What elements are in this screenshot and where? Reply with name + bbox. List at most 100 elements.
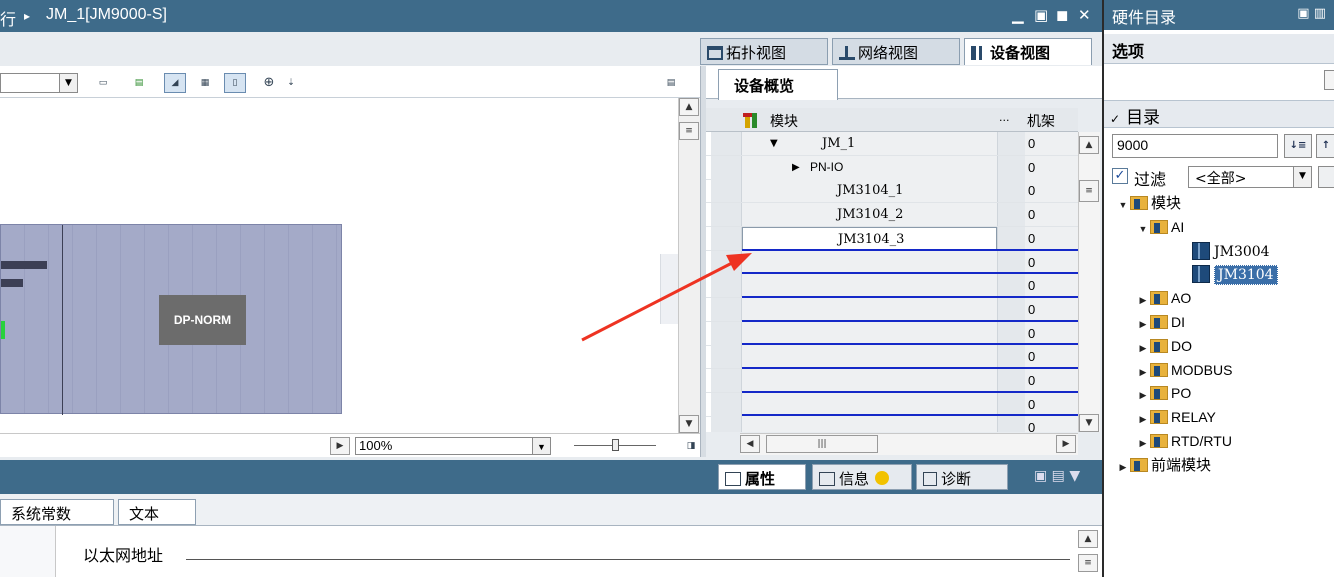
row-module-name[interactable]: ▶ PN-IO [742, 155, 997, 179]
maximize-icon[interactable]: ◼ [1056, 6, 1068, 24]
scroll-thumb[interactable]: ≡ [1079, 180, 1099, 202]
slot-view-icon[interactable]: ▭ [92, 73, 114, 93]
row-module-name[interactable]: ▼ JM_1 [742, 132, 997, 155]
scroll-left-icon[interactable]: ◀ [740, 435, 760, 453]
row-module-name[interactable] [742, 250, 997, 274]
catalog-module-item[interactable]: JM3104 [1156, 263, 1278, 286]
catalog-section[interactable]: ✓ 目录 [1104, 100, 1334, 128]
expand-right-icon[interactable]: ▶ [1136, 432, 1150, 454]
table-row[interactable]: 0 [706, 295, 1078, 322]
fit-view-icon[interactable]: ◨ [680, 436, 702, 456]
scroll-thumb[interactable]: ≡ [1078, 554, 1098, 572]
tab-properties[interactable]: 属性 [718, 464, 806, 490]
expand-right-icon[interactable]: ▶ [1136, 313, 1150, 335]
show-names-icon[interactable]: ▤ [128, 73, 150, 93]
properties-nav[interactable] [0, 526, 56, 577]
scroll-up-icon[interactable]: ▲ [1079, 136, 1099, 154]
panel-toggle-icon[interactable] [1324, 70, 1334, 90]
row-rack-value[interactable]: 0 [1025, 274, 1078, 298]
search-down-icon[interactable]: ↓≡ [1284, 134, 1312, 158]
options-section[interactable]: 选项 [1104, 34, 1334, 64]
overview-horizontal-scrollbar[interactable]: ◀ ||| ▶ [740, 433, 1078, 455]
row-module-name[interactable] [742, 297, 997, 321]
table-row[interactable]: 0 [706, 319, 1078, 346]
scroll-up-icon[interactable]: ▲ [1078, 530, 1098, 548]
catalog-folder-item[interactable]: ▶ DI [1136, 311, 1185, 333]
catalog-folder-item[interactable]: ▶ 前端模块 [1116, 454, 1211, 476]
row-rack-value[interactable]: 0 [1025, 416, 1078, 432]
table-row[interactable]: 0 [706, 367, 1078, 393]
row-module-name[interactable] [742, 321, 997, 345]
column-module[interactable]: 模块 [770, 111, 798, 131]
row-module-name[interactable] [742, 392, 997, 416]
table-row[interactable]: ▶ PN-IO 0 [706, 155, 1078, 180]
tab-diagnostics[interactable]: 诊断 [916, 464, 1008, 490]
expand-down-icon[interactable]: ▼ [1116, 194, 1130, 216]
catalog-folder-item[interactable]: ▶ PO [1136, 382, 1192, 404]
row-rack-value[interactable]: 0 [1025, 345, 1078, 369]
row-rack-value[interactable]: 0 [1025, 297, 1078, 321]
catalog-folder-item[interactable]: ▼ AI [1136, 216, 1185, 240]
filter-checkbox[interactable]: ✓ [1112, 168, 1128, 184]
expand-right-icon[interactable]: ▶ [1136, 337, 1150, 359]
row-module-name[interactable]: JM3104_2 [742, 203, 997, 227]
table-row[interactable]: 0 [706, 343, 1078, 370]
row-rack-value[interactable]: 0 [1025, 155, 1078, 179]
catalog-folder-item[interactable]: ▶ AO [1136, 287, 1192, 311]
filter-select[interactable]: <全部> ▼ [1188, 166, 1312, 188]
download-icon[interactable]: ⇣ [280, 73, 302, 93]
expand-right-icon[interactable]: ▶ [1116, 456, 1130, 478]
expand-right-icon[interactable]: ▶ [1136, 289, 1150, 311]
table-row[interactable]: JM3104_2 0 [706, 203, 1078, 228]
overview-vertical-scrollbar[interactable]: ▲ ≡ ▼ [1078, 132, 1100, 432]
device-select-dropdown[interactable]: ▼ [0, 73, 78, 93]
breadcrumb-device[interactable]: JM_1[JM9000-S] [46, 6, 167, 24]
tab-texts[interactable]: 文本 [118, 499, 196, 525]
catalog-module-item[interactable]: JM3004 [1156, 240, 1270, 262]
tab-topology-view[interactable]: 拓扑视图 [700, 38, 828, 65]
row-rack-value[interactable]: 0 [1025, 179, 1078, 203]
row-rack-value[interactable]: 0 [1025, 226, 1078, 250]
catalog-folder-item[interactable]: ▶ RELAY [1136, 406, 1216, 428]
float-icon[interactable]: ▣ ▥ [1297, 6, 1326, 21]
row-rack-value[interactable]: 0 [1025, 392, 1078, 416]
expand-right-icon[interactable]: ▶ [792, 156, 800, 179]
search-up-icon[interactable]: ↑ [1316, 134, 1334, 158]
grid-icon[interactable]: ▦ [194, 73, 216, 93]
scroll-menu-icon[interactable]: ≡ [679, 122, 699, 140]
table-row[interactable]: 0 [706, 272, 1078, 299]
column-rack[interactable]: 机架 [1027, 111, 1055, 131]
row-rack-value[interactable]: 0 [1025, 203, 1078, 227]
catalog-folder-item[interactable]: ▼ 模块 [1116, 192, 1181, 214]
device-canvas[interactable]: DP-NORM [0, 98, 678, 433]
scroll-right-icon[interactable]: ▶ [330, 437, 350, 455]
float-icon[interactable]: ▣ ▤ ▼ [1034, 468, 1080, 484]
column-more[interactable]: ... [999, 111, 1010, 124]
tab-system-constants[interactable]: 系统常数 [0, 499, 114, 525]
link-module-icon[interactable]: ◢ [164, 73, 186, 93]
row-rack-value[interactable]: 0 [1025, 132, 1078, 155]
zoom-slider-thumb[interactable] [612, 439, 619, 451]
close-icon[interactable]: ✕ [1078, 6, 1091, 24]
expand-right-icon[interactable]: ▶ [1136, 361, 1150, 383]
float-icon[interactable]: ▣ [1034, 6, 1048, 24]
table-row[interactable]: 0 [706, 248, 1078, 275]
tab-device-overview[interactable]: 设备概览 [718, 69, 838, 100]
page-icon[interactable]: ▯ [224, 73, 246, 93]
row-rack-value[interactable]: 0 [1025, 250, 1078, 274]
expand-right-icon[interactable]: ▶ [1136, 408, 1150, 430]
row-module-name[interactable]: JM3104_1 [742, 179, 997, 203]
scroll-right-icon[interactable]: ▶ [1056, 435, 1076, 453]
catalog-search-input[interactable]: 9000 [1112, 134, 1278, 158]
scroll-thumb[interactable]: ||| [766, 435, 878, 453]
expand-down-icon[interactable]: ▼ [770, 132, 778, 155]
table-row[interactable]: 0 [706, 414, 1078, 432]
zoom-in-icon[interactable]: ⊕ [258, 73, 280, 93]
expand-down-icon[interactable]: ▼ [1136, 218, 1150, 240]
scroll-up-icon[interactable]: ▲ [679, 98, 699, 116]
breadcrumb-project[interactable]: 行 [0, 6, 16, 30]
row-module-name[interactable] [742, 416, 997, 432]
dp-norm-module[interactable]: DP-NORM [159, 295, 246, 345]
tab-info[interactable]: 信息 [812, 464, 912, 490]
row-rack-value[interactable]: 0 [1025, 369, 1078, 392]
